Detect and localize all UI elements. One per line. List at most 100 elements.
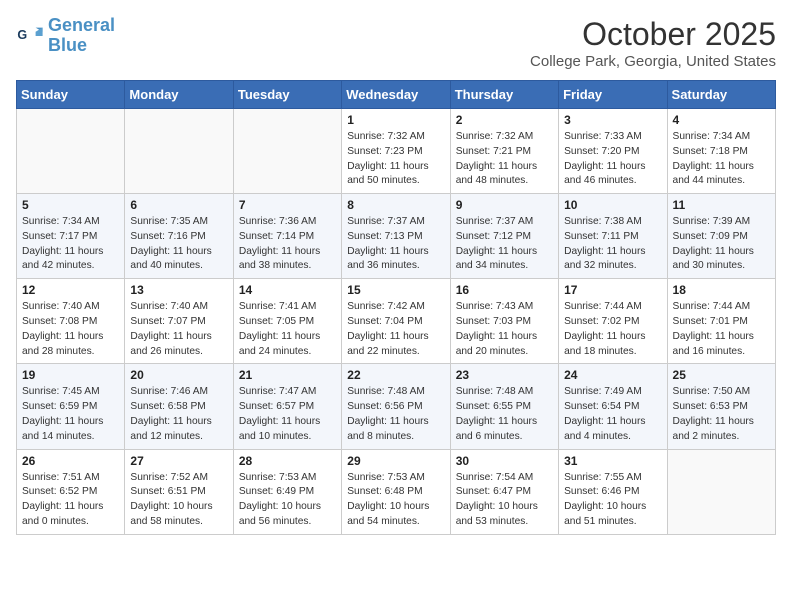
header-saturday: Saturday xyxy=(667,81,775,109)
header-wednesday: Wednesday xyxy=(342,81,450,109)
day-number: 18 xyxy=(673,283,770,297)
calendar-cell: 23Sunrise: 7:48 AM Sunset: 6:55 PM Dayli… xyxy=(450,364,558,449)
day-info: Sunrise: 7:38 AM Sunset: 7:11 PM Dayligh… xyxy=(564,215,661,274)
calendar-cell: 7 Sunrise: 7:36 AM Sunset: 7:14 PM Daylig… xyxy=(233,194,341,279)
day-number: 23 xyxy=(456,368,553,382)
day-number: 31 xyxy=(564,454,661,468)
day-number: 20 xyxy=(130,368,227,382)
day-info: Sunrise: 7:54 AM Sunset: 6:47 PM Dayligh… xyxy=(456,471,553,530)
day-info: Sunrise: 7:41 AM Sunset: 7:05 PM Dayligh… xyxy=(239,300,336,359)
day-number: 28 xyxy=(239,454,336,468)
day-info: Sunrise: 7:34 AM Sunset: 7:17 PM Dayligh… xyxy=(22,215,119,274)
calendar-cell: 25 Sunrise: 7:50 AM Sunset: 6:53 PM Dayli… xyxy=(667,364,775,449)
day-number: 12 xyxy=(22,283,119,297)
day-info: Sunrise: 7:48 AM Sunset: 6:56 PM Dayligh… xyxy=(347,385,444,444)
day-info: Sunrise: 7:33 AM Sunset: 7:20 PM Dayligh… xyxy=(564,130,661,189)
day-info: Sunrise: 7:49 AM Sunset: 6:54 PM Dayligh… xyxy=(564,385,661,444)
day-number: 5 xyxy=(22,198,119,212)
day-number: 16 xyxy=(456,283,553,297)
calendar-cell: 10Sunrise: 7:38 AM Sunset: 7:11 PM Dayli… xyxy=(559,194,667,279)
logo-icon: G xyxy=(16,22,44,50)
day-number: 1 xyxy=(347,113,444,127)
day-number: 29 xyxy=(347,454,444,468)
day-info: Sunrise: 7:45 AM Sunset: 6:59 PM Dayligh… xyxy=(22,385,119,444)
calendar-header-row: SundayMondayTuesdayWednesdayThursdayFrid… xyxy=(17,81,776,109)
day-info: Sunrise: 7:43 AM Sunset: 7:03 PM Dayligh… xyxy=(456,300,553,359)
calendar-cell: 11 Sunrise: 7:39 AM Sunset: 7:09 PM Dayli… xyxy=(667,194,775,279)
calendar-cell xyxy=(125,109,233,194)
logo-line2: Blue xyxy=(48,35,87,55)
day-number: 27 xyxy=(130,454,227,468)
calendar-cell: 21Sunrise: 7:47 AM Sunset: 6:57 PM Dayli… xyxy=(233,364,341,449)
header-monday: Monday xyxy=(125,81,233,109)
calendar-week-4: 19 Sunrise: 7:45 AM Sunset: 6:59 PM Dayli… xyxy=(17,364,776,449)
day-info: Sunrise: 7:55 AM Sunset: 6:46 PM Dayligh… xyxy=(564,471,661,530)
day-number: 2 xyxy=(456,113,553,127)
day-info: Sunrise: 7:50 AM Sunset: 6:53 PM Dayligh… xyxy=(673,385,770,444)
calendar-cell: 22 Sunrise: 7:48 AM Sunset: 6:56 PM Dayli… xyxy=(342,364,450,449)
day-number: 13 xyxy=(130,283,227,297)
day-info: Sunrise: 7:42 AM Sunset: 7:04 PM Dayligh… xyxy=(347,300,444,359)
page-subtitle: College Park, Georgia, United States xyxy=(530,53,776,70)
calendar-cell: 30Sunrise: 7:54 AM Sunset: 6:47 PM Dayli… xyxy=(450,449,558,534)
header-tuesday: Tuesday xyxy=(233,81,341,109)
calendar-cell: 2 Sunrise: 7:32 AM Sunset: 7:21 PM Daylig… xyxy=(450,109,558,194)
calendar-week-5: 26 Sunrise: 7:51 AM Sunset: 6:52 PM Dayli… xyxy=(17,449,776,534)
day-info: Sunrise: 7:46 AM Sunset: 6:58 PM Dayligh… xyxy=(130,385,227,444)
calendar-cell: 18Sunrise: 7:44 AM Sunset: 7:01 PM Dayli… xyxy=(667,279,775,364)
day-number: 25 xyxy=(673,368,770,382)
calendar-cell: 15 Sunrise: 7:42 AM Sunset: 7:04 PM Dayli… xyxy=(342,279,450,364)
calendar-cell xyxy=(233,109,341,194)
calendar-cell: 6Sunrise: 7:35 AM Sunset: 7:16 PM Daylig… xyxy=(125,194,233,279)
header-sunday: Sunday xyxy=(17,81,125,109)
calendar-cell: 31 Sunrise: 7:55 AM Sunset: 6:46 PM Dayli… xyxy=(559,449,667,534)
calendar-cell: 8Sunrise: 7:37 AM Sunset: 7:13 PM Daylig… xyxy=(342,194,450,279)
day-number: 26 xyxy=(22,454,119,468)
day-number: 21 xyxy=(239,368,336,382)
day-number: 3 xyxy=(564,113,661,127)
day-number: 24 xyxy=(564,368,661,382)
calendar-cell: 9Sunrise: 7:37 AM Sunset: 7:12 PM Daylig… xyxy=(450,194,558,279)
logo-line1: General xyxy=(48,15,115,35)
day-info: Sunrise: 7:39 AM Sunset: 7:09 PM Dayligh… xyxy=(673,215,770,274)
header-thursday: Thursday xyxy=(450,81,558,109)
day-number: 8 xyxy=(347,198,444,212)
logo: G General Blue xyxy=(16,16,115,56)
day-number: 19 xyxy=(22,368,119,382)
day-info: Sunrise: 7:32 AM Sunset: 7:23 PM Dayligh… xyxy=(347,130,444,189)
day-info: Sunrise: 7:36 AM Sunset: 7:14 PM Dayligh… xyxy=(239,215,336,274)
day-info: Sunrise: 7:32 AM Sunset: 7:21 PM Dayligh… xyxy=(456,130,553,189)
day-number: 7 xyxy=(239,198,336,212)
calendar-cell: 26 Sunrise: 7:51 AM Sunset: 6:52 PM Dayli… xyxy=(17,449,125,534)
day-info: Sunrise: 7:52 AM Sunset: 6:51 PM Dayligh… xyxy=(130,471,227,530)
day-info: Sunrise: 7:40 AM Sunset: 7:08 PM Dayligh… xyxy=(22,300,119,359)
calendar-table: SundayMondayTuesdayWednesdayThursdayFrid… xyxy=(16,80,776,535)
calendar-cell xyxy=(667,449,775,534)
day-info: Sunrise: 7:44 AM Sunset: 7:02 PM Dayligh… xyxy=(564,300,661,359)
calendar-week-2: 5 Sunrise: 7:34 AM Sunset: 7:17 PM Daylig… xyxy=(17,194,776,279)
day-number: 4 xyxy=(673,113,770,127)
day-info: Sunrise: 7:40 AM Sunset: 7:07 PM Dayligh… xyxy=(130,300,227,359)
page-title: October 2025 xyxy=(530,16,776,53)
day-number: 14 xyxy=(239,283,336,297)
svg-text:G: G xyxy=(17,28,27,42)
calendar-cell: 14 Sunrise: 7:41 AM Sunset: 7:05 PM Dayli… xyxy=(233,279,341,364)
calendar-cell: 17 Sunrise: 7:44 AM Sunset: 7:02 PM Dayli… xyxy=(559,279,667,364)
calendar-cell: 19 Sunrise: 7:45 AM Sunset: 6:59 PM Dayli… xyxy=(17,364,125,449)
day-number: 22 xyxy=(347,368,444,382)
page-header: G General Blue October 2025 College Park… xyxy=(16,16,776,70)
day-info: Sunrise: 7:51 AM Sunset: 6:52 PM Dayligh… xyxy=(22,471,119,530)
day-info: Sunrise: 7:53 AM Sunset: 6:48 PM Dayligh… xyxy=(347,471,444,530)
day-number: 11 xyxy=(673,198,770,212)
calendar-cell: 13 Sunrise: 7:40 AM Sunset: 7:07 PM Dayli… xyxy=(125,279,233,364)
calendar-week-3: 12 Sunrise: 7:40 AM Sunset: 7:08 PM Dayli… xyxy=(17,279,776,364)
day-number: 15 xyxy=(347,283,444,297)
calendar-cell: 4Sunrise: 7:34 AM Sunset: 7:18 PM Daylig… xyxy=(667,109,775,194)
calendar-cell: 3 Sunrise: 7:33 AM Sunset: 7:20 PM Daylig… xyxy=(559,109,667,194)
day-number: 17 xyxy=(564,283,661,297)
calendar-cell: 1 Sunrise: 7:32 AM Sunset: 7:23 PM Daylig… xyxy=(342,109,450,194)
day-info: Sunrise: 7:35 AM Sunset: 7:16 PM Dayligh… xyxy=(130,215,227,274)
calendar-cell: 12 Sunrise: 7:40 AM Sunset: 7:08 PM Dayli… xyxy=(17,279,125,364)
calendar-cell: 5 Sunrise: 7:34 AM Sunset: 7:17 PM Daylig… xyxy=(17,194,125,279)
calendar-cell: 27 Sunrise: 7:52 AM Sunset: 6:51 PM Dayli… xyxy=(125,449,233,534)
